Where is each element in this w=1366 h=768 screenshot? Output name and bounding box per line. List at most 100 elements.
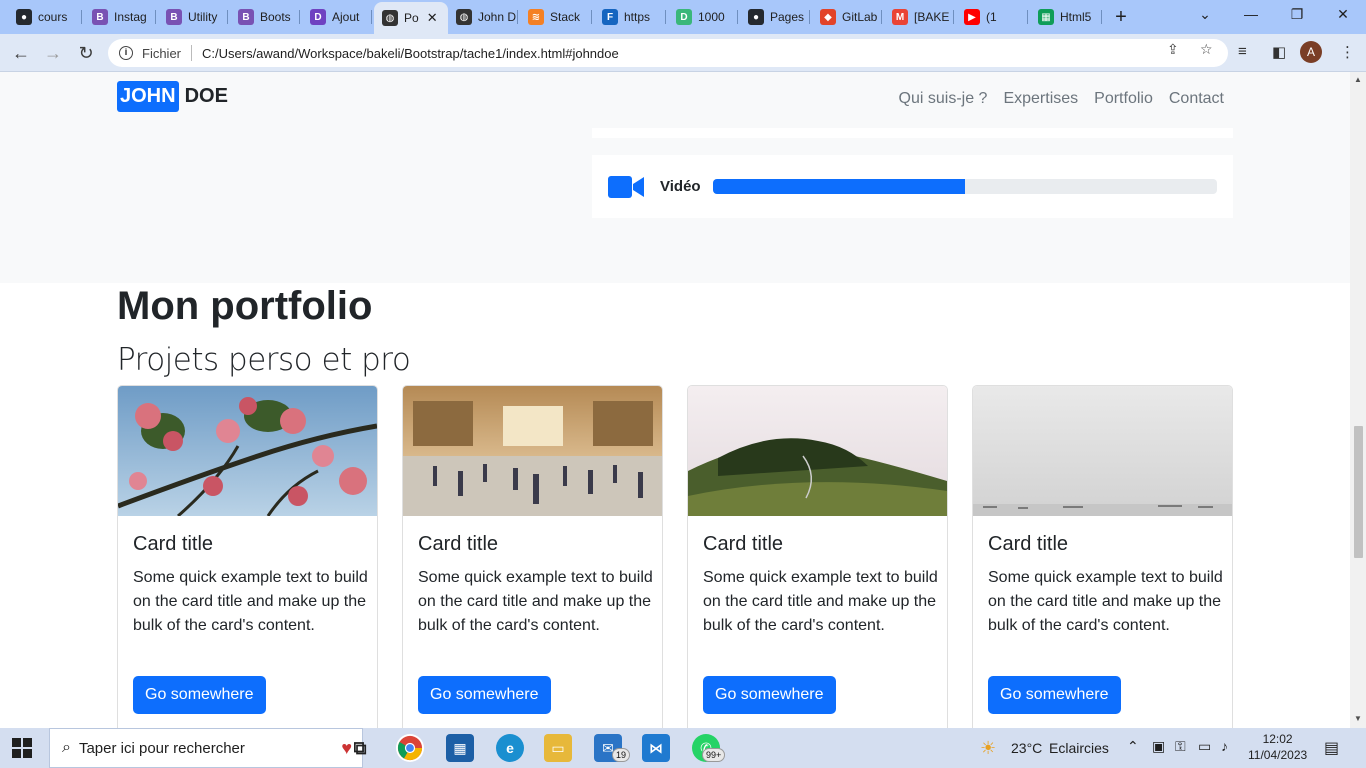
github-icon: ● bbox=[748, 9, 764, 25]
reading-list-icon[interactable]: ≡ bbox=[1238, 43, 1247, 60]
browser-tab[interactable]: ◍ John D bbox=[448, 4, 518, 30]
card-title: Card title bbox=[988, 533, 1069, 555]
nav-link-contact[interactable]: Contact bbox=[1169, 90, 1224, 108]
misty-sea-photo bbox=[973, 386, 1232, 516]
tab-separator bbox=[1027, 10, 1028, 24]
new-tab-button[interactable]: + bbox=[1110, 6, 1132, 29]
scrollbar-thumb[interactable] bbox=[1354, 426, 1363, 558]
tab-label: (1 bbox=[986, 10, 997, 24]
share-icon[interactable]: ⇪ bbox=[1167, 41, 1179, 58]
tab-label: Utility bbox=[188, 10, 218, 24]
reload-button[interactable]: ↻ bbox=[75, 42, 97, 64]
weather-temp[interactable]: 23°C bbox=[1011, 740, 1042, 756]
site-info-icon[interactable]: i bbox=[119, 46, 133, 60]
notifications-icon[interactable]: ▤ bbox=[1324, 738, 1339, 758]
portfolio-card: Card title Some quick example text to bu… bbox=[402, 385, 663, 728]
brand-logo[interactable]: JOHN DOE bbox=[117, 81, 228, 112]
browser-tab[interactable]: ▶ (1 bbox=[956, 4, 1028, 30]
menu-icon[interactable]: ⋮ bbox=[1340, 43, 1355, 61]
browser-tab[interactable]: ◆ GitLab bbox=[812, 4, 882, 30]
video-camera-icon bbox=[608, 176, 644, 198]
system-clock[interactable]: 12:02 11/04/2023 bbox=[1248, 731, 1307, 763]
browser-tab[interactable]: D 1000 bbox=[668, 4, 738, 30]
bookmark-star-icon[interactable]: ☆ bbox=[1200, 41, 1213, 58]
restore-button[interactable]: ❐ bbox=[1282, 6, 1312, 23]
portfolio-card: Card title Some quick example text to bu… bbox=[972, 385, 1233, 728]
volume-icon[interactable]: ♪ bbox=[1221, 738, 1228, 754]
forward-button[interactable]: → bbox=[42, 42, 64, 64]
scroll-up-arrow-icon[interactable]: ▲ bbox=[1354, 75, 1362, 84]
tab-separator bbox=[809, 10, 810, 24]
card-title: Card title bbox=[418, 533, 499, 555]
scroll-down-arrow-icon[interactable]: ▼ bbox=[1354, 714, 1362, 723]
tab-label: Instag bbox=[114, 10, 147, 24]
browser-tab[interactable]: ◍ Po ✕ bbox=[374, 2, 448, 34]
chrome-icon[interactable] bbox=[396, 734, 424, 762]
gmail-icon: M bbox=[892, 9, 908, 25]
windows-start-icon[interactable] bbox=[12, 738, 32, 758]
card-text: Some quick example text to build on the … bbox=[418, 569, 653, 634]
meet-now-icon[interactable]: ▣ bbox=[1152, 738, 1165, 755]
skill-progress-bar bbox=[713, 179, 965, 194]
network-icon[interactable]: ⚿ bbox=[1175, 738, 1186, 755]
browser-tab[interactable]: ≋ Stack bbox=[520, 4, 592, 30]
browser-tab[interactable]: ● Pages bbox=[740, 4, 810, 30]
weather-condition[interactable]: Eclaircies bbox=[1049, 740, 1109, 756]
side-panel-icon[interactable]: ◧ bbox=[1272, 43, 1286, 61]
file-explorer-icon[interactable]: ▭ bbox=[544, 734, 572, 762]
portfolio-card: Card title Some quick example text to bu… bbox=[117, 385, 378, 728]
nav-link-about[interactable]: Qui suis-je ? bbox=[899, 90, 988, 108]
bootstrap-icon: B bbox=[238, 9, 254, 25]
go-somewhere-button[interactable]: Go somewhere bbox=[418, 676, 551, 714]
page-viewport: JOHN DOE Qui suis-je ? Expertises Portfo… bbox=[0, 72, 1350, 728]
tab-separator bbox=[299, 10, 300, 24]
tab-separator bbox=[227, 10, 228, 24]
address-bar[interactable]: i Fichier C:/Users/awand/Workspace/bakel… bbox=[108, 39, 1228, 67]
browser-tab[interactable]: B Boots bbox=[230, 4, 300, 30]
browser-tab[interactable]: M [BAKE bbox=[884, 4, 954, 30]
tab-separator bbox=[371, 10, 372, 24]
weather-icon[interactable]: ☀ bbox=[980, 738, 996, 759]
go-somewhere-button[interactable]: Go somewhere bbox=[703, 676, 836, 714]
tab-label: GitLab bbox=[842, 10, 878, 24]
tab-separator bbox=[953, 10, 954, 24]
profile-avatar[interactable]: A bbox=[1300, 41, 1322, 63]
tab-label: Boots bbox=[260, 10, 291, 24]
tab-label: https bbox=[624, 10, 651, 24]
whatsapp-badge: 99+ bbox=[702, 748, 726, 762]
tab-separator bbox=[591, 10, 592, 24]
taskbar-search[interactable]: ⌕ Taper ici pour rechercher ♥ bbox=[49, 728, 363, 768]
task-view-icon[interactable]: ⧉ bbox=[346, 734, 374, 762]
nav-link-expertises[interactable]: Expertises bbox=[1003, 90, 1078, 108]
go-somewhere-button[interactable]: Go somewhere bbox=[988, 676, 1121, 714]
globe-icon: ◍ bbox=[382, 10, 398, 26]
browser-tab[interactable]: ● cours bbox=[8, 4, 82, 30]
tray-chevron-up-icon[interactable]: ⌃ bbox=[1127, 738, 1139, 755]
browser-tab[interactable]: B Instag bbox=[84, 4, 156, 30]
close-tab-icon[interactable]: ✕ bbox=[427, 10, 438, 26]
browser-tab[interactable]: B Utility bbox=[158, 4, 228, 30]
browser-tab[interactable]: Fhttps bbox=[594, 4, 666, 30]
store-icon[interactable]: ▦ bbox=[446, 734, 474, 762]
site-navbar: JOHN DOE Qui suis-je ? Expertises Portfo… bbox=[0, 72, 1350, 128]
tab-search-icon[interactable]: ⌄ bbox=[1190, 6, 1220, 23]
tab-label: Html5 bbox=[1060, 10, 1092, 24]
nav-link-portfolio[interactable]: Portfolio bbox=[1094, 90, 1153, 108]
url-text[interactable]: C:/Users/awand/Workspace/bakeli/Bootstra… bbox=[202, 46, 619, 61]
github-icon: ● bbox=[16, 9, 32, 25]
close-window-button[interactable]: ✕ bbox=[1328, 6, 1358, 23]
edge-icon[interactable]: e bbox=[496, 734, 524, 762]
go-somewhere-button[interactable]: Go somewhere bbox=[133, 676, 266, 714]
vscode-icon[interactable]: ⋈ bbox=[642, 734, 670, 762]
brand-last: DOE bbox=[184, 85, 228, 107]
battery-icon[interactable]: ▭ bbox=[1198, 738, 1211, 755]
browser-tab[interactable]: D Ajout bbox=[302, 4, 372, 30]
globe-icon: ◍ bbox=[456, 9, 472, 25]
train-station-photo bbox=[403, 386, 662, 516]
page-scrollbar[interactable]: ▲ ▼ bbox=[1350, 72, 1366, 728]
back-button[interactable]: ← bbox=[10, 42, 32, 64]
minimize-button[interactable]: — bbox=[1236, 6, 1266, 22]
nav-links: Qui suis-je ? Expertises Portfolio Conta… bbox=[899, 90, 1224, 108]
tab-label: [BAKE bbox=[914, 10, 950, 24]
browser-tab[interactable]: ▦ Html5 bbox=[1030, 4, 1102, 30]
